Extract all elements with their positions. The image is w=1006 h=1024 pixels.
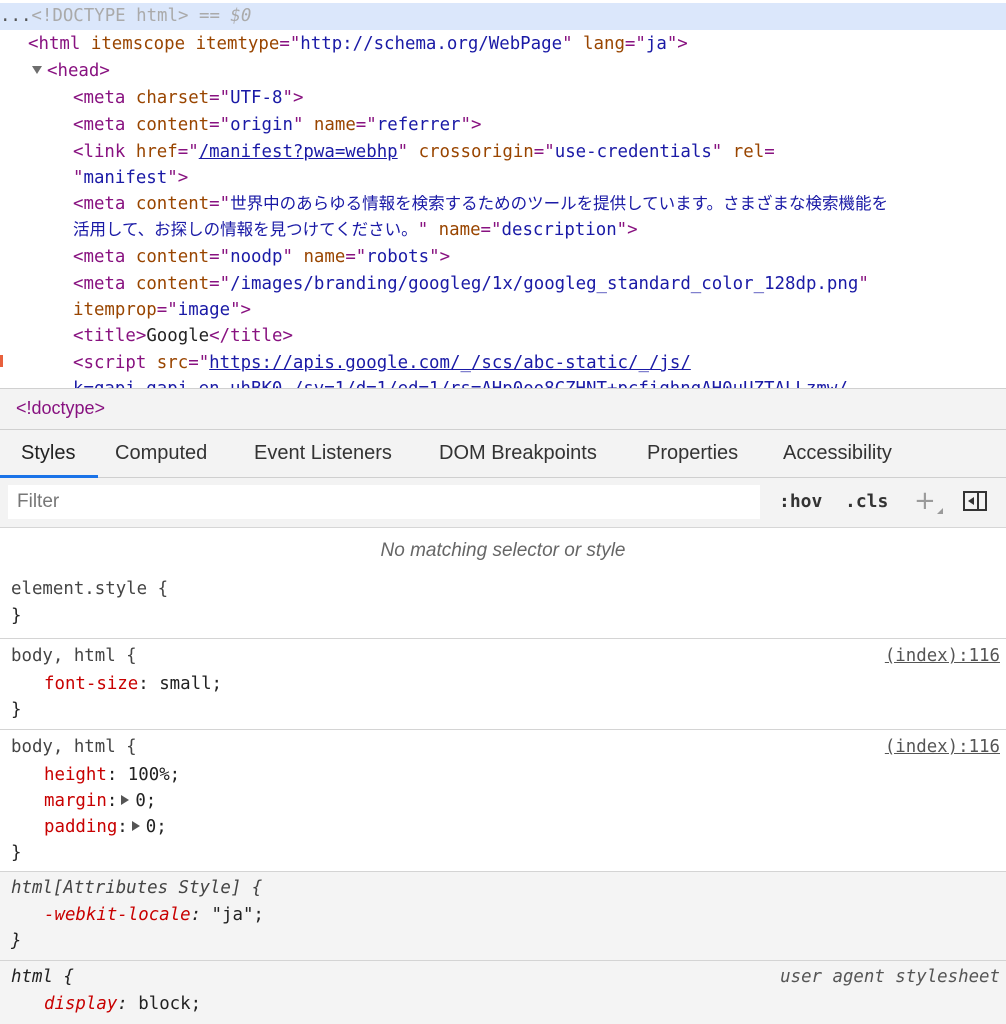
tree-row-meta-description[interactable]: <meta content="世界中のあらゆる情報を検索するためのツールを提供し… bbox=[73, 191, 1006, 218]
styles-pane: No matching selector or style element.st… bbox=[0, 528, 1006, 1024]
tab-computed[interactable]: Computed bbox=[115, 442, 207, 465]
style-property: display: block; bbox=[44, 994, 202, 1014]
style-rule-user-agent-html: html { user agent stylesheet display: bl… bbox=[0, 961, 1006, 1024]
rule-selector[interactable]: element.style { bbox=[11, 576, 168, 602]
sidebar-tabs: Styles Computed Event Listeners DOM Brea… bbox=[0, 430, 1006, 478]
rule-source-user-agent: user agent stylesheet bbox=[780, 967, 1000, 987]
expand-shorthand-icon[interactable] bbox=[121, 795, 130, 805]
new-style-rule-icon[interactable]: + bbox=[914, 486, 936, 516]
style-rule-body-html-1: body, html { (index):116 font-size: smal… bbox=[0, 639, 1006, 730]
ellipsis-icon[interactable]: ... bbox=[0, 6, 31, 26]
tree-row-meta-robots[interactable]: <meta content="noodp" name="robots"> bbox=[73, 244, 1006, 271]
rule-close-brace: } bbox=[11, 931, 22, 951]
tree-row-script-cont: k=gapi.gapi.en.uhBK0_/sv=1/d=1/ed=1/rs=A… bbox=[73, 376, 1006, 388]
tree-row-link-manifest-cont: "manifest"> bbox=[73, 168, 189, 188]
style-rule-attributes-style: html[Attributes Style] { -webkit-locale:… bbox=[0, 872, 1006, 961]
rule-source-link[interactable]: (index):116 bbox=[885, 643, 1000, 669]
styles-toolbar: :hov .cls + bbox=[0, 478, 1006, 528]
tab-event-listeners[interactable]: Event Listeners bbox=[254, 442, 392, 465]
style-rule-element-style: element.style { } bbox=[0, 572, 1006, 639]
breadcrumb: <!doctype> bbox=[0, 388, 1006, 430]
change-marker bbox=[0, 355, 3, 367]
style-property[interactable]: padding: 0; bbox=[44, 814, 167, 840]
breadcrumb-item-doctype[interactable]: <!doctype> bbox=[16, 398, 105, 419]
tree-row-head[interactable]: <head> bbox=[32, 58, 1006, 85]
tree-row-meta-image[interactable]: <meta content="/images/branding/googleg/… bbox=[73, 271, 1006, 298]
hov-toggle-button[interactable]: :hov bbox=[779, 491, 822, 512]
tree-row-meta-description-cont: 活用して、お探しの情報を見つけてください。" name="description… bbox=[73, 220, 638, 240]
style-property[interactable]: height: 100%; bbox=[44, 762, 180, 788]
tree-row-html[interactable]: <html itemscope itemtype="http://schema.… bbox=[28, 31, 1006, 58]
rule-close-brace: } bbox=[11, 606, 22, 626]
tree-row-meta-referrer[interactable]: <meta content="origin" name="referrer"> bbox=[73, 112, 1006, 139]
doctype-node: <!DOCTYPE html> bbox=[31, 6, 189, 26]
tree-row-title[interactable]: <title>Google</title> bbox=[73, 323, 1006, 350]
tree-row-doctype[interactable]: ...<!DOCTYPE html> == $0 bbox=[0, 3, 1006, 30]
elements-tree: ...<!DOCTYPE html> == $0 <html itemscope… bbox=[0, 0, 1006, 388]
toggle-sidebar-icon[interactable] bbox=[963, 491, 987, 511]
new-rule-menu-corner-icon bbox=[937, 508, 943, 514]
rule-close-brace: } bbox=[11, 843, 22, 863]
style-property: -webkit-locale: "ja"; bbox=[44, 905, 264, 925]
rule-selector[interactable]: body, html { bbox=[11, 643, 137, 669]
filter-input[interactable] bbox=[8, 485, 760, 519]
tab-styles[interactable]: Styles bbox=[21, 442, 75, 465]
script-src-link[interactable]: https://apis.google.com/_/scs/abc-static… bbox=[209, 353, 691, 373]
tree-row-link-manifest[interactable]: <link href="/manifest?pwa=webhp" crossor… bbox=[73, 139, 1006, 166]
style-rule-body-html-2: body, html { (index):116 height: 100%; m… bbox=[0, 730, 1006, 872]
expand-shorthand-icon[interactable] bbox=[131, 821, 140, 831]
style-property[interactable]: font-size: small; bbox=[44, 671, 222, 697]
rule-selector: html[Attributes Style] { bbox=[11, 878, 263, 898]
rule-selector: html { bbox=[11, 967, 74, 987]
style-property[interactable]: margin: 0; bbox=[44, 788, 156, 814]
tree-row-meta-charset[interactable]: <meta charset="UTF-8"> bbox=[73, 85, 1006, 112]
tree-row-script[interactable]: <script src="https://apis.google.com/_/s… bbox=[73, 350, 1006, 377]
tab-accessibility[interactable]: Accessibility bbox=[783, 442, 892, 465]
rule-close-brace: } bbox=[11, 700, 22, 720]
cls-toggle-button[interactable]: .cls bbox=[845, 491, 888, 512]
tree-row-meta-image-cont: itemprop="image"> bbox=[73, 300, 252, 320]
rule-source-link[interactable]: (index):116 bbox=[885, 734, 1000, 760]
no-matching-selector-message: No matching selector or style bbox=[380, 540, 626, 561]
expand-triangle-icon[interactable] bbox=[32, 66, 42, 74]
tab-properties[interactable]: Properties bbox=[647, 442, 738, 465]
rule-selector[interactable]: body, html { bbox=[11, 734, 137, 760]
tab-dom-breakpoints[interactable]: DOM Breakpoints bbox=[439, 442, 597, 465]
manifest-link[interactable]: /manifest?pwa=webhp bbox=[199, 142, 398, 162]
